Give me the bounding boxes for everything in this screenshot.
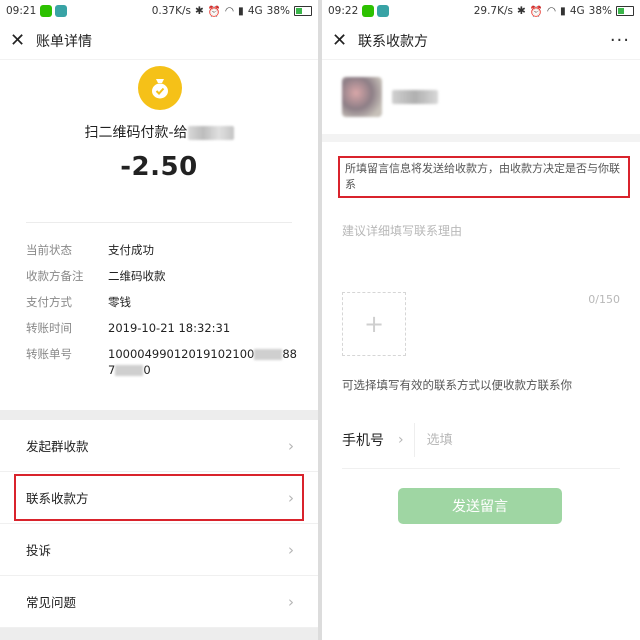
- reason-input[interactable]: 建议详细填写联系理由: [342, 222, 640, 239]
- menu-item-label: 投诉: [26, 543, 52, 558]
- contact-hint: 可选择填写有效的联系方式以便收款方联系你: [342, 378, 572, 392]
- menu-item-group-collect[interactable]: 发起群收款 ›: [0, 420, 318, 472]
- nav-bar: ✕ 账单详情: [0, 22, 318, 60]
- wechat-notification-icon: [40, 5, 53, 17]
- network-type: 4G: [247, 5, 263, 17]
- status-time: 09:22: [328, 5, 359, 17]
- network-speed: 29.7K/s: [473, 5, 513, 17]
- chevron-right-icon[interactable]: ›: [398, 432, 404, 448]
- merchant-prefix: 扫二维码付款-给: [84, 125, 188, 141]
- divider: [26, 222, 292, 223]
- battery-icon: [616, 6, 634, 16]
- page-title: 账单详情: [36, 33, 92, 50]
- phone-input[interactable]: [424, 431, 589, 449]
- order-number-value: 10000499012019102100 88 7 0: [108, 346, 297, 378]
- payee-profile: [322, 60, 640, 142]
- contact-payee-screen: 09:22 29.7K/s ✱ ⏰ ◠ ▮ 4G 38% ✕ 联系收款方 ···…: [322, 0, 640, 640]
- phone-label: 手机号: [342, 433, 384, 449]
- send-message-button[interactable]: 发送留言: [398, 488, 562, 524]
- info-key: 支付方式: [26, 295, 72, 309]
- battery-percent: 38%: [266, 5, 290, 17]
- bill-card: 扫二维码付款-给 -2.50 当前状态 支付成功 收款方备注 二维码收款 支付方…: [0, 60, 318, 410]
- app-notification-icon: [377, 5, 390, 17]
- chevron-right-icon: ›: [288, 436, 294, 455]
- menu-item-label: 发起群收款: [26, 439, 89, 454]
- battery-icon: [294, 6, 312, 16]
- wifi-icon: ◠: [224, 5, 235, 17]
- info-row-order-number: 转账单号 10000499012019102100 88 7 0: [26, 346, 308, 378]
- close-icon[interactable]: ✕: [10, 30, 32, 51]
- status-bar: 09:21 0.37K/s ✱ ⏰ ◠ ▮ 4G 38%: [0, 0, 318, 22]
- battery-percent: 38%: [588, 5, 612, 17]
- alarm-icon: ⏰: [207, 5, 221, 18]
- status-indicators: 29.7K/s ✱ ⏰ ◠ ▮ 4G 38%: [474, 5, 634, 18]
- menu-item-contact-payee[interactable]: 联系收款方 ›: [0, 472, 318, 524]
- bill-info: 当前状态 支付成功 收款方备注 二维码收款 支付方式 零钱 转账时间 2019-…: [26, 242, 308, 388]
- info-value: 2019-10-21 18:32:31: [108, 321, 231, 335]
- phone-row: 手机号 ›: [342, 412, 620, 469]
- order-number-part: 10000499012019102100: [108, 347, 255, 361]
- info-key: 当前状态: [26, 243, 72, 257]
- network-type: 4G: [569, 5, 585, 17]
- info-row-remark: 收款方备注 二维码收款: [26, 268, 308, 284]
- money-bag-icon: [138, 66, 182, 110]
- notice-text: 所填留言信息将发送给收款方，由收款方决定是否与你联系: [338, 156, 630, 198]
- info-key: 收款方备注: [26, 269, 84, 283]
- add-image-button[interactable]: +: [342, 292, 406, 356]
- info-key: 转账时间: [26, 321, 72, 335]
- menu-item-faq[interactable]: 常见问题 ›: [0, 576, 318, 628]
- info-value: 零钱: [108, 295, 131, 309]
- chevron-right-icon: ›: [288, 540, 294, 559]
- nav-bar: ✕ 联系收款方 ···: [322, 22, 640, 60]
- menu-item-complaint[interactable]: 投诉 ›: [0, 524, 318, 576]
- alarm-icon: ⏰: [529, 5, 543, 18]
- status-bar: 09:22 29.7K/s ✱ ⏰ ◠ ▮ 4G 38%: [322, 0, 640, 22]
- info-value: 二维码收款: [108, 269, 166, 283]
- bill-detail-screen: 09:21 0.37K/s ✱ ⏰ ◠ ▮ 4G 38% ✕ 账单详情 扫二维码…: [0, 0, 318, 640]
- status-time: 09:21: [6, 5, 37, 17]
- close-icon[interactable]: ✕: [332, 30, 354, 51]
- status-indicators: 0.37K/s ✱ ⏰ ◠ ▮ 4G 38%: [152, 5, 312, 18]
- info-row-status: 当前状态 支付成功: [26, 242, 308, 258]
- payment-amount: -2.50: [120, 152, 198, 182]
- wechat-notification-icon: [362, 5, 375, 17]
- page-title: 联系收款方: [358, 33, 428, 50]
- signal-icon: ▮: [560, 5, 566, 17]
- char-counter: 0/150: [588, 293, 620, 306]
- blurred-digits: [115, 365, 144, 376]
- blurred-payee-name: [392, 90, 438, 104]
- order-number-part: 0: [143, 363, 151, 377]
- more-options-icon[interactable]: ···: [610, 30, 630, 51]
- network-speed: 0.37K/s: [151, 5, 191, 17]
- blurred-digits: [254, 349, 283, 360]
- info-key: 转账单号: [26, 347, 72, 361]
- app-notification-icon: [55, 5, 68, 17]
- order-number-part: 88: [282, 347, 297, 361]
- order-number-part: 7: [108, 363, 116, 377]
- merchant-line: 扫二维码付款-给: [0, 122, 318, 142]
- divider: [413, 423, 415, 457]
- blurred-merchant-name: [187, 126, 234, 140]
- plus-icon: +: [363, 310, 385, 338]
- avatar: [342, 77, 382, 117]
- menu-item-label: 常见问题: [26, 595, 77, 610]
- action-menu: 发起群收款 › 联系收款方 › 投诉 › 常见问题 ›: [0, 420, 318, 628]
- wifi-icon: ◠: [546, 5, 557, 17]
- chevron-right-icon: ›: [288, 488, 294, 507]
- menu-item-label: 联系收款方: [26, 491, 89, 506]
- bluetooth-icon: ✱: [194, 5, 204, 17]
- bluetooth-icon: ✱: [516, 5, 526, 17]
- info-row-time: 转账时间 2019-10-21 18:32:31: [26, 320, 308, 336]
- chevron-right-icon: ›: [288, 592, 294, 611]
- info-value: 支付成功: [108, 243, 154, 257]
- info-row-method: 支付方式 零钱: [26, 294, 308, 310]
- signal-icon: ▮: [238, 5, 244, 17]
